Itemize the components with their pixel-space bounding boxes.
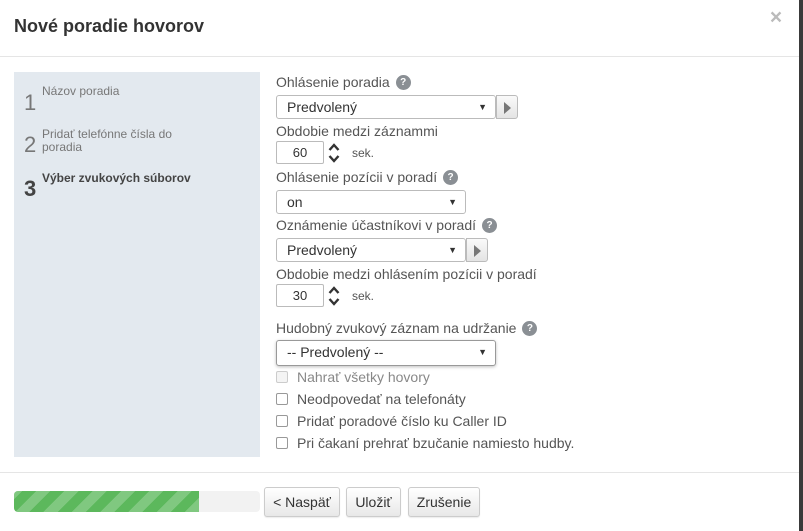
checkbox-caller-id[interactable]: Pridať poradové číslo ku Caller ID bbox=[276, 413, 507, 429]
steps-panel: 1 Názov poradia 2 Pridať telefónne čísla… bbox=[14, 72, 260, 457]
step-label: Pridať telefónne čísla do poradia bbox=[42, 127, 172, 154]
dialog-title: Nové poradie hovorov bbox=[14, 16, 205, 36]
play-icon bbox=[474, 245, 481, 257]
step-number: 1 bbox=[24, 90, 37, 115]
chevron-down-icon: ▼ bbox=[448, 245, 457, 255]
select-value: Predvolený bbox=[287, 99, 358, 115]
step-number: 2 bbox=[24, 132, 37, 157]
position-period-label: Obdobie medzi ohlásením pozícii v poradí bbox=[276, 266, 537, 282]
help-icon[interactable]: ? bbox=[482, 217, 497, 233]
position-period-text: Obdobie medzi ohlásením pozícii v poradí bbox=[276, 266, 537, 282]
step-label: Výber zvukových súborov bbox=[42, 171, 191, 185]
period-label: Obdobie medzi záznammi bbox=[276, 123, 438, 139]
step-2: 2 Pridať telefónne čísla do poradia bbox=[24, 128, 202, 156]
period-input[interactable]: 60 bbox=[276, 141, 324, 164]
checkbox-label: Nahrať všetky hovory bbox=[297, 369, 430, 385]
step-number: 3 bbox=[24, 176, 37, 201]
close-icon[interactable]: × bbox=[766, 7, 786, 29]
spinner-icon[interactable] bbox=[328, 285, 340, 307]
chevron-down-icon: ▼ bbox=[448, 197, 457, 207]
select-value: on bbox=[287, 194, 303, 210]
position-period-unit: sek. bbox=[352, 289, 375, 303]
checkbox-label: Pri čakaní prehrať bzučanie namiesto hud… bbox=[297, 435, 575, 451]
period-unit: sek. bbox=[352, 146, 375, 160]
hold-music-label: Hudobný zvukový záznam na udržanie ? bbox=[276, 320, 538, 336]
queue-announcement-select[interactable]: Predvolený ▼ bbox=[276, 95, 496, 119]
play-button[interactable] bbox=[466, 238, 488, 262]
participant-notice-select[interactable]: Predvolený ▼ bbox=[276, 238, 466, 262]
hold-music-select[interactable]: -- Predvolený -- ▼ bbox=[276, 340, 496, 366]
footer-divider bbox=[0, 472, 799, 473]
cancel-button[interactable]: Zrušenie bbox=[408, 487, 480, 517]
checkbox-ringing[interactable]: Pri čakaní prehrať bzučanie namiesto hud… bbox=[276, 435, 574, 451]
back-button[interactable]: < Naspäť bbox=[264, 487, 340, 517]
checkbox-label: Pridať poradové číslo ku Caller ID bbox=[297, 413, 507, 429]
period-text: Obdobie medzi záznammi bbox=[276, 123, 438, 139]
checkbox-no-answer[interactable]: Neodpovedať na telefonáty bbox=[276, 391, 466, 407]
modal-header: Nové poradie hovorov × bbox=[0, 0, 799, 57]
help-icon[interactable]: ? bbox=[522, 320, 538, 336]
help-icon[interactable]: ? bbox=[443, 169, 459, 185]
step-label: Názov poradia bbox=[42, 84, 120, 98]
position-period-input[interactable]: 30 bbox=[276, 284, 324, 307]
participant-notice-label: Oznámenie účastníkovi v poradí ? bbox=[276, 217, 497, 233]
position-announcement-text: Ohlásenie pozícii v poradí bbox=[276, 169, 438, 185]
help-icon[interactable]: ? bbox=[395, 74, 411, 90]
save-button[interactable]: Uložiť bbox=[346, 487, 401, 517]
checkbox[interactable] bbox=[276, 371, 288, 383]
checkbox[interactable] bbox=[276, 437, 288, 449]
play-icon bbox=[504, 102, 511, 114]
step-1: 1 Názov poradia bbox=[24, 85, 202, 114]
chevron-down-icon: ▼ bbox=[478, 347, 487, 357]
checkbox-label: Neodpovedať na telefonáty bbox=[297, 391, 466, 407]
position-announcement-select[interactable]: on ▼ bbox=[276, 190, 466, 214]
select-value: Predvolený bbox=[287, 242, 358, 258]
progress-bar bbox=[14, 491, 260, 512]
play-button[interactable] bbox=[496, 95, 518, 119]
hold-music-text: Hudobný zvukový záznam na udržanie bbox=[276, 320, 517, 336]
checkbox-record-all[interactable]: Nahrať všetky hovory bbox=[276, 369, 430, 385]
participant-notice-text: Oznámenie účastníkovi v poradí bbox=[276, 217, 476, 233]
queue-announcement-text: Ohlásenie poradia bbox=[276, 74, 390, 90]
window-edge bbox=[799, 0, 803, 531]
progress-fill bbox=[14, 491, 199, 512]
checkbox[interactable] bbox=[276, 393, 288, 405]
checkbox[interactable] bbox=[276, 415, 288, 427]
spinner-icon[interactable] bbox=[328, 142, 340, 164]
chevron-down-icon: ▼ bbox=[478, 102, 487, 112]
step-3: 3 Výber zvukových súborov bbox=[24, 172, 202, 200]
select-value: -- Predvolený -- bbox=[287, 344, 384, 360]
queue-announcement-label: Ohlásenie poradia ? bbox=[276, 74, 411, 90]
position-announcement-label: Ohlásenie pozícii v poradí ? bbox=[276, 169, 459, 185]
